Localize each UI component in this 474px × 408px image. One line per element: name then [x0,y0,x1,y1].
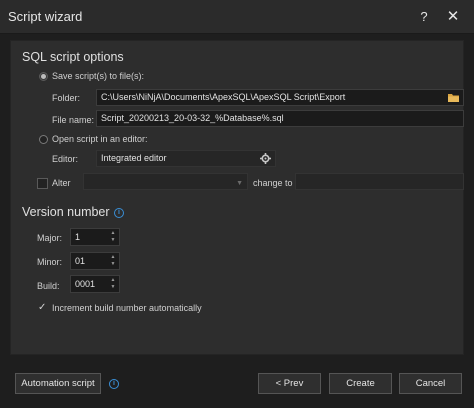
minor-spinner[interactable]: 01 ▲ ▼ [70,252,120,270]
version-title: Version number [22,205,110,219]
alter-label: Alter [52,178,71,188]
open-in-editor-label: Open script in an editor: [52,134,148,144]
filename-input[interactable]: Script_20200213_20-03-32_%Database%.sql [96,110,464,127]
prev-button[interactable]: < Prev [258,373,321,394]
save-to-file-radio[interactable] [39,72,48,81]
title-bar: Script wizard ? ✕ [0,0,474,34]
folder-input-value: C:\Users\NiNjA\Documents\ApexSQL\ApexSQL… [101,92,346,102]
automation-script-button[interactable]: Automation script [15,373,101,394]
sql-options-title: SQL script options [22,50,124,64]
change-to-input[interactable] [295,173,464,190]
filename-label: File name: [52,115,95,125]
editor-label: Editor: [52,154,79,164]
build-value: 0001 [75,279,96,289]
alter-checkbox[interactable] [37,178,48,189]
major-spinner[interactable]: 1 ▲ ▼ [70,228,120,246]
spin-up-icon[interactable]: ▲ [109,277,117,284]
build-label: Build: [37,281,60,291]
change-to-label: change to [253,178,293,188]
spin-up-icon[interactable]: ▲ [109,254,117,261]
gear-icon[interactable] [259,152,272,165]
open-in-editor-radio[interactable] [39,135,48,144]
editor-select[interactable]: Integrated editor [96,150,276,167]
minor-value: 01 [75,256,86,266]
help-icon[interactable]: ? [413,6,435,28]
close-icon[interactable]: ✕ [442,6,464,28]
spin-up-icon[interactable]: ▲ [109,230,117,237]
spin-down-icon[interactable]: ▼ [109,237,117,244]
info-icon[interactable]: i [114,208,124,218]
window-title: Script wizard [8,9,83,24]
folder-icon[interactable] [447,91,460,104]
major-label: Major: [37,233,63,243]
checkmark-icon[interactable]: ✓ [38,303,46,313]
build-spinner[interactable]: 0001 ▲ ▼ [70,275,120,293]
editor-select-value: Integrated editor [101,153,167,163]
folder-input[interactable]: C:\Users\NiNjA\Documents\ApexSQL\ApexSQL… [96,89,464,106]
increment-build-label: Increment build number automatically [52,303,202,313]
spin-down-icon[interactable]: ▼ [109,261,117,268]
folder-label: Folder: [52,93,81,103]
chevron-down-icon: ▼ [236,180,243,187]
info-icon[interactable]: i [109,379,119,389]
minor-label: Minor: [37,257,63,267]
spin-down-icon[interactable]: ▼ [109,284,117,291]
cancel-button[interactable]: Cancel [399,373,462,394]
alter-dropdown[interactable]: ▼ [83,173,248,190]
create-button[interactable]: Create [329,373,392,394]
major-value: 1 [75,232,81,242]
save-to-file-label: Save script(s) to file(s): [52,71,145,81]
